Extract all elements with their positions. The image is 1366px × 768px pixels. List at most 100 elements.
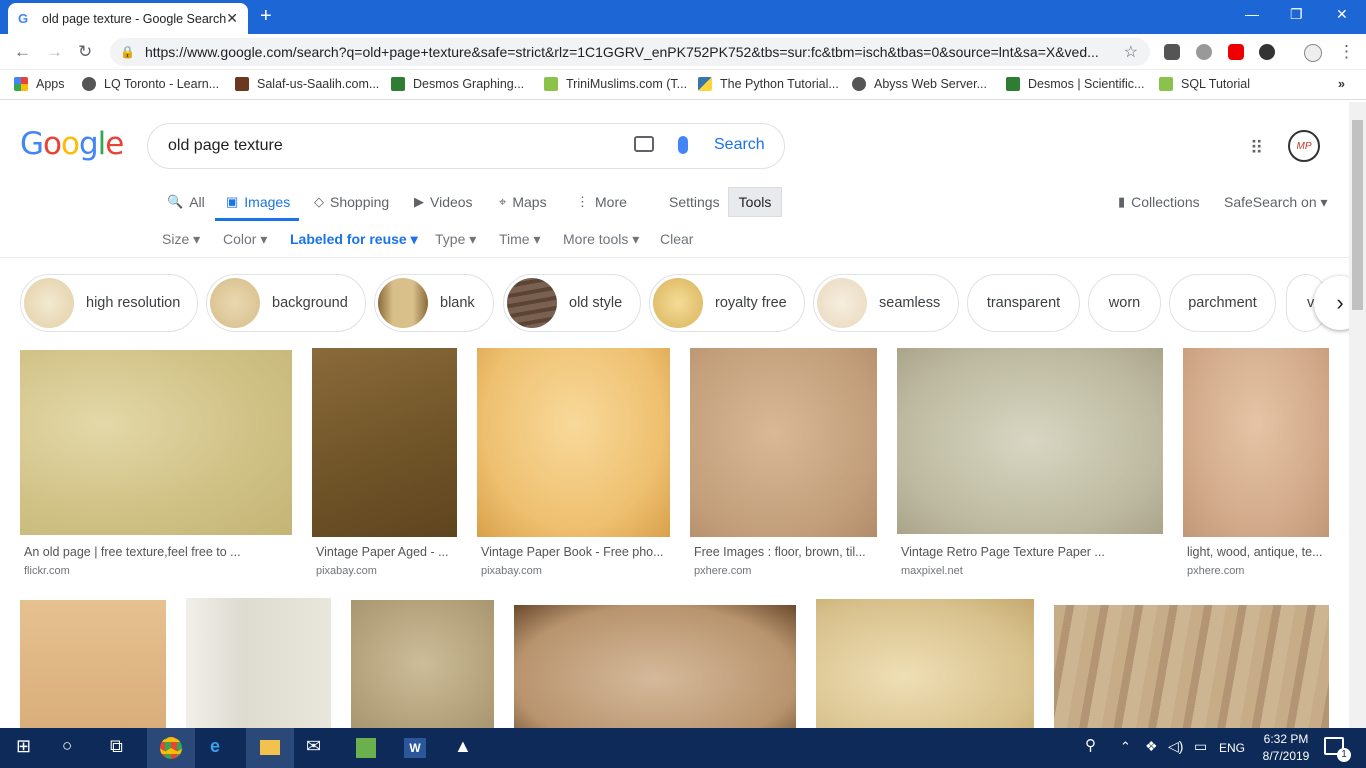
word-icon[interactable]: W <box>404 738 426 758</box>
related-chip[interactable]: parchment <box>1169 274 1276 332</box>
browser-tab[interactable]: G old page texture - Google Search ✕ <box>8 3 248 34</box>
photos-icon[interactable]: ▲ <box>454 736 472 757</box>
language-indicator[interactable]: ENG <box>1219 741 1245 755</box>
related-chip[interactable]: seamless <box>813 274 959 332</box>
new-tab-button[interactable]: + <box>260 5 272 28</box>
minimize-icon[interactable]: — <box>1245 6 1259 22</box>
lock-icon: 🔒 <box>120 45 135 59</box>
bookmark-item[interactable]: Abyss Web Server... <box>852 77 987 91</box>
result-image[interactable] <box>816 599 1034 728</box>
related-chip[interactable]: royalty free <box>649 274 805 332</box>
camera-search-icon[interactable] <box>634 136 654 152</box>
avatar[interactable]: MP <box>1288 130 1320 162</box>
result-image[interactable] <box>1183 348 1329 537</box>
extension-icon[interactable] <box>1259 44 1275 60</box>
search-button[interactable]: Search <box>714 136 765 154</box>
filter-size[interactable]: Size ▾ <box>162 231 200 248</box>
apps-grid-icon[interactable]: ⠿ <box>1250 138 1263 159</box>
result-image[interactable] <box>1054 605 1329 728</box>
scrollbar-thumb[interactable] <box>1352 120 1363 310</box>
bookmark-item[interactable]: The Python Tutorial... <box>698 77 839 91</box>
related-chip[interactable]: blank <box>374 274 494 332</box>
restore-icon[interactable]: ❐ <box>1290 6 1303 23</box>
menu-kebab-icon[interactable]: ⋮ <box>1338 42 1355 62</box>
result-caption[interactable]: Free Images : floor, brown, til... <box>694 545 879 559</box>
network-icon[interactable]: ▭ <box>1194 738 1207 755</box>
result-source: flickr.com <box>24 565 70 577</box>
result-image[interactable] <box>514 605 796 728</box>
result-image[interactable] <box>690 348 877 537</box>
settings-link[interactable]: Settings <box>669 194 720 210</box>
youtube-extension-icon[interactable] <box>1228 44 1244 60</box>
related-chip[interactable]: worn <box>1088 274 1161 332</box>
cortana-search-icon[interactable]: ○ <box>62 736 72 756</box>
close-window-icon[interactable]: ✕ <box>1336 6 1348 23</box>
bookmark-apps[interactable]: Apps <box>14 77 65 91</box>
taskbar-clock[interactable]: 6:32 PM 8/7/2019 <box>1254 731 1318 765</box>
file-explorer-button[interactable] <box>246 728 294 768</box>
tab-more[interactable]: ⋮ More <box>576 194 627 210</box>
result-image[interactable] <box>186 598 331 728</box>
bookmark-item[interactable]: Desmos | Scientific... <box>1006 77 1144 91</box>
filter-more-tools[interactable]: More tools ▾ <box>563 231 639 248</box>
tray-chevron-up-icon[interactable]: ⌃ <box>1120 739 1131 755</box>
collections-link[interactable]: ▮ Collections <box>1118 194 1200 210</box>
tab-videos[interactable]: ▶ Videos <box>414 194 473 210</box>
result-image[interactable] <box>897 348 1163 534</box>
tab-images[interactable]: ▣ Images <box>226 194 290 210</box>
search-input[interactable]: old page texture <box>147 123 785 169</box>
result-caption[interactable]: An old page | free texture,feel free to … <box>24 545 294 559</box>
dropbox-icon[interactable]: ❖ <box>1145 738 1158 755</box>
bookmarks-overflow-icon[interactable]: » <box>1338 77 1345 91</box>
address-bar[interactable]: 🔒 https://www.google.com/search?q=old+pa… <box>110 38 1150 66</box>
result-caption[interactable]: Vintage Paper Book - Free pho... <box>481 545 671 559</box>
bookmark-item[interactable]: SQL Tutorial <box>1159 77 1250 91</box>
google-logo[interactable]: Google <box>20 126 124 162</box>
app-icon[interactable] <box>356 738 376 758</box>
task-view-icon[interactable]: ⧉ <box>110 736 123 757</box>
bookmark-item[interactable]: Salaf-us-Saalih.com... <box>235 77 379 91</box>
related-chip[interactable]: background <box>206 274 366 332</box>
volume-icon[interactable]: ◁) <box>1168 738 1183 755</box>
skype-extension-icon[interactable] <box>1196 44 1212 60</box>
result-image[interactable] <box>351 600 494 728</box>
tab-all[interactable]: 🔍 All <box>167 194 205 210</box>
filter-time[interactable]: Time ▾ <box>499 231 541 248</box>
windows-start-icon[interactable]: ⊞ <box>16 736 31 757</box>
result-caption[interactable]: light, wood, antique, te... <box>1187 545 1331 559</box>
tab-shopping[interactable]: ◇ Shopping <box>314 194 389 210</box>
forward-icon[interactable]: → <box>46 42 63 62</box>
result-image[interactable] <box>20 350 292 535</box>
people-icon[interactable]: ⚲ <box>1085 736 1096 754</box>
bookmark-star-icon[interactable]: ☆ <box>1124 42 1138 62</box>
bookmark-item[interactable]: TriniMuslims.com (T... <box>544 77 687 91</box>
related-chip[interactable]: old style <box>503 274 641 332</box>
tag-icon: ◇ <box>314 194 324 209</box>
close-tab-icon[interactable]: ✕ <box>226 10 238 27</box>
result-image[interactable] <box>312 348 457 537</box>
related-chip[interactable]: transparent <box>967 274 1080 332</box>
chrome-taskbar-button[interactable] <box>147 728 195 768</box>
page-scrollbar[interactable] <box>1349 102 1366 728</box>
filter-clear[interactable]: Clear <box>660 231 693 247</box>
reload-icon[interactable]: ↻ <box>78 42 92 62</box>
ublock-extension-icon[interactable] <box>1164 44 1180 60</box>
result-caption[interactable]: Vintage Paper Aged - ... <box>316 545 459 559</box>
profile-avatar-icon[interactable] <box>1304 44 1322 62</box>
tab-maps[interactable]: ⌖ Maps <box>499 194 547 210</box>
related-chip[interactable]: high resolution <box>20 274 198 332</box>
microphone-icon[interactable] <box>678 136 688 154</box>
result-caption[interactable]: Vintage Retro Page Texture Paper ... <box>901 545 1165 559</box>
bookmark-item[interactable]: Desmos Graphing... <box>391 77 524 91</box>
back-icon[interactable]: ← <box>14 42 31 62</box>
safesearch-toggle[interactable]: SafeSearch on ▾ <box>1224 194 1328 211</box>
result-image[interactable] <box>20 600 166 728</box>
mail-icon[interactable]: ✉ <box>306 736 321 757</box>
edge-icon[interactable]: e <box>210 736 220 757</box>
filter-type[interactable]: Type ▾ <box>435 231 476 248</box>
filter-usage-rights[interactable]: Labeled for reuse ▾ <box>290 231 418 248</box>
bookmark-item[interactable]: LQ Toronto - Learn... <box>82 77 219 91</box>
result-image[interactable] <box>477 348 670 537</box>
tools-button[interactable]: Tools <box>728 187 782 217</box>
filter-color[interactable]: Color ▾ <box>223 231 267 248</box>
